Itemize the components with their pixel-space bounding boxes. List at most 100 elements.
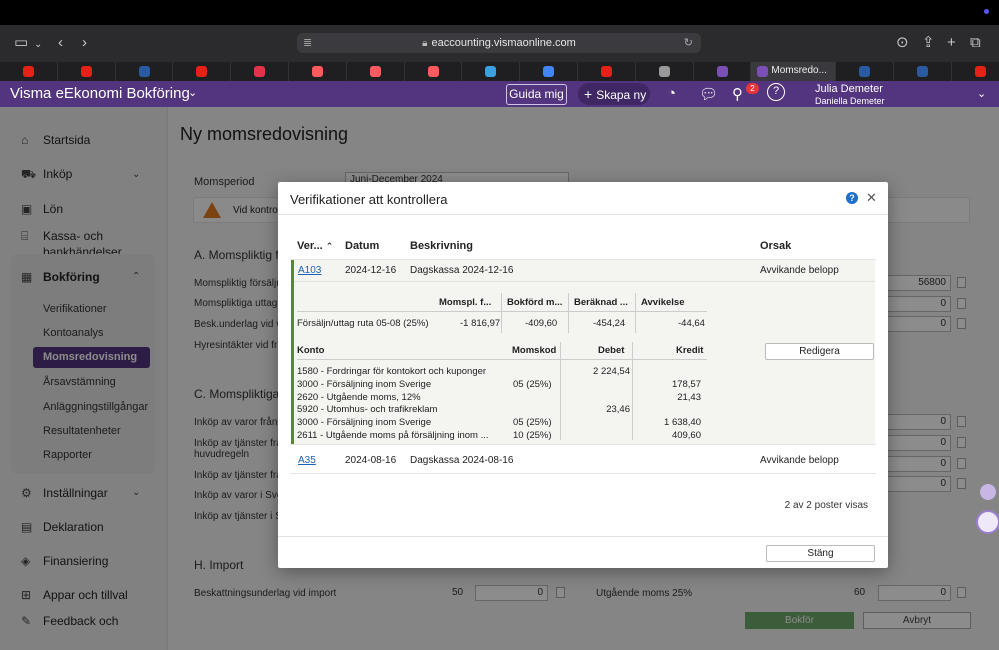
divider [632,342,633,440]
tab-strip: Momsredo... [0,62,999,81]
chat-icon[interactable]: 💬︎ [699,85,718,103]
row-description: Dagskassa 2024-08-16 [410,455,514,466]
debit-header: Debet [598,345,625,356]
guide-button[interactable]: Guida mig [506,84,567,105]
row-reason: Avvikande belopp [760,265,839,276]
browser-tab-active[interactable]: Momsredo... [751,62,837,81]
help-icon[interactable]: ? [846,192,858,204]
column-header-description[interactable]: Beskrivning [410,240,473,252]
brand-title[interactable]: Visma eEkonomi Bokföring [10,85,190,102]
dialog-title: Verifikationer att kontrollera [290,192,448,207]
browser-tab[interactable] [58,62,116,81]
account-name: 2611 - Utgående moms på försäljning inom… [297,430,489,441]
rocket-icon[interactable]: ⚲ [732,85,743,103]
browser-tab[interactable] [0,62,58,81]
share-icon[interactable]: ⇪ [922,35,935,51]
plane-icon [485,66,497,77]
airbnb-icon [369,66,381,77]
browser-tab[interactable] [694,62,752,81]
account-name: 5920 - Utomhus- och trafikreklam [297,404,438,416]
browser-tab[interactable] [894,62,952,81]
assistant-widget[interactable] [976,484,999,536]
airbnb-icon [311,66,323,77]
browser-tab[interactable] [636,62,694,81]
column-header-reason[interactable]: Orsak [760,240,791,252]
help-icon[interactable]: ? [767,83,785,101]
lips-icon [254,66,266,77]
row-date: 2024-08-16 [345,455,397,466]
account-name: 2620 - Utgående moms, 12% [297,391,421,403]
vat-code-header: Momskod [512,345,557,356]
account-vat-code: 05 (25%) [513,378,552,390]
tab-overview-icon[interactable]: ⧉ [970,35,981,51]
chevron-down-icon[interactable]: ⌄ [188,86,197,99]
assistant-bubble-icon [980,484,996,500]
summary-value: -409,60 [525,318,558,329]
sidebar-toggle-icon[interactable]: ▭ [14,35,28,51]
close-icon[interactable]: ✕ [866,190,877,206]
youtube-icon [974,66,986,77]
app-header: Visma eEkonomi Bokföring ⌄ Guida mig + Sk… [0,81,999,107]
column-header-date[interactable]: Datum [345,240,379,252]
google-icon [543,66,555,77]
account-name: 3000 - Försäljning inom Sverige [297,378,432,390]
close-button[interactable]: Stäng [766,545,875,562]
browser-tab[interactable] [405,62,463,81]
browser-tab[interactable] [952,62,999,81]
summary-value: -1 816,97 [460,318,501,329]
notification-badge: 2 [746,83,759,94]
summary-header: Avvikelse [641,297,685,308]
browser-tab[interactable] [173,62,232,81]
account-header: Konto [297,345,325,356]
row-description: Dagskassa 2024-12-16 [410,265,514,276]
divider [278,214,888,215]
create-new-label: Skapa ny [596,88,647,102]
browser-tab[interactable] [578,62,636,81]
address-bar[interactable]: ≣ 🔒︎ eaccounting.vismaonline.com ↻ [297,33,701,53]
browser-tab[interactable] [347,62,405,81]
create-new-button[interactable]: + Skapa ny [578,83,650,105]
divider [297,311,707,312]
back-icon[interactable]: ‹ [58,35,63,51]
column-header-label: Ver... [297,240,323,252]
user-menu[interactable]: Julia Demeter Daniella Demeter [815,83,885,107]
mask-icon [917,66,929,77]
account-name: 3000 - Försäljning inom Sverige [297,417,432,429]
row-date: 2024-12-16 [345,265,397,276]
visma-icon [716,66,728,77]
verification-link[interactable]: A103 [298,265,321,276]
row-reason: Avvikande belopp [760,455,839,466]
browser-tab[interactable] [836,62,895,81]
user-company: Daniella Demeter [815,96,885,106]
browser-tab[interactable] [520,62,578,81]
chevron-down-icon[interactable]: ⌄ [977,87,986,100]
menu-bar [0,0,999,25]
verifications-dialog: Verifikationer att kontrollera ? ✕ Ver..… [278,182,888,568]
browser-tab[interactable] [462,62,521,81]
reader-icon[interactable]: ≣ [303,33,312,53]
forward-icon[interactable]: › [82,35,87,51]
edit-button[interactable]: Redigera [765,343,874,360]
new-tab-icon[interactable]: + [947,35,956,51]
account-debit: 23,46 [606,404,630,416]
account-credit: 178,57 [671,378,701,390]
visma-icon [757,66,769,77]
browser-tab[interactable] [289,62,347,81]
table-row[interactable]: A103 2024-12-16 Dagskassa 2024-12-16 Avv… [294,260,875,282]
column-header-ver[interactable]: Ver... ⌃ [297,240,333,252]
verification-link[interactable]: A35 [298,455,316,466]
account-credit: 21,43 [677,391,701,403]
browser-toolbar: ▭ ⌄ ‹ › ≣ 🔒︎ eaccounting.vismaonline.com … [0,25,999,62]
divider [297,359,707,360]
url-text: eaccounting.vismaonline.com [431,37,576,49]
download-icon[interactable]: ⊙ [896,35,909,51]
browser-tab[interactable] [231,62,289,81]
summary-value: -44,64 [678,318,705,329]
browser-tab[interactable] [116,62,174,81]
account-vat-code: 05 (25%) [513,417,552,429]
chevron-down-icon[interactable]: ⌄ [34,37,42,53]
clock-icon[interactable]: ◔ [667,85,676,102]
reload-icon[interactable]: ↻ [684,33,693,53]
divider [501,293,502,333]
youtube-icon [23,66,34,77]
